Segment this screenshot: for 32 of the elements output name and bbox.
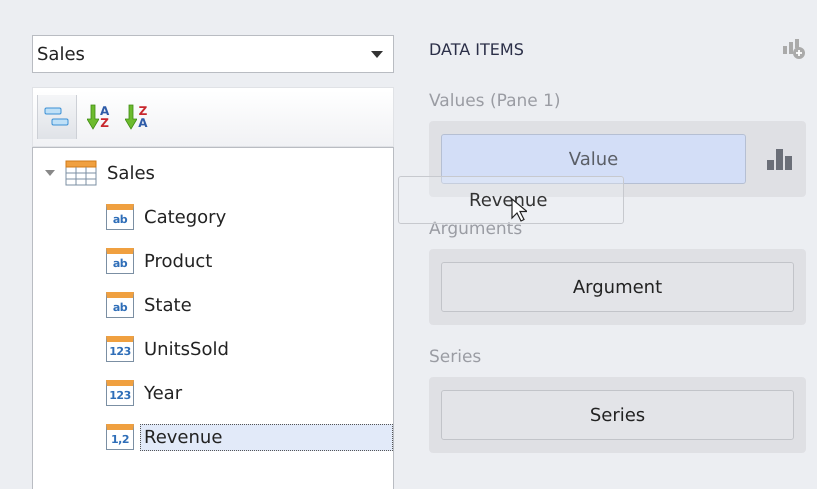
table-icon [65,160,97,186]
tree-item[interactable]: Product [140,248,216,274]
data-source-dropdown[interactable]: Sales [32,35,394,73]
bar-chart-icon[interactable] [766,148,794,170]
data-item-button[interactable]: Series [441,390,794,440]
expand-arrow-icon[interactable] [45,170,55,176]
field-type-icon: 123 [106,336,134,362]
field-type-icon: ab [106,248,134,274]
section-label: Values (Pane 1) [429,91,562,111]
data-item-button[interactable]: Argument [441,262,794,312]
field-type-icon: ab [106,292,134,318]
tree-item[interactable]: Year [140,380,186,406]
section-label: Series [429,347,482,367]
section-title: DATA ITEMS [429,40,524,58]
tree-item[interactable]: State [140,292,196,318]
field-type-icon: 1,2 [106,424,134,450]
field-type-icon: ab [106,204,134,230]
tree-item[interactable]: Sales [103,160,159,186]
down-arrow-icon [87,104,99,130]
group-icon [44,106,70,128]
field-type-icon: 123 [106,380,134,406]
tree-item[interactable]: UnitsSold [140,336,233,362]
sort-ascending-button[interactable]: A Z [81,95,116,139]
dropdown-caret-icon [371,50,383,58]
group-button[interactable] [37,95,77,139]
tree-item[interactable]: Revenue [140,424,393,450]
drag-preview: Revenue [398,176,624,224]
sort-descending-button[interactable]: Z A [119,95,154,139]
value-slot[interactable]: Value [441,134,746,184]
tree-item[interactable]: Category [140,204,230,230]
add-chart-icon[interactable] [782,38,806,60]
down-arrow-icon [125,104,138,130]
